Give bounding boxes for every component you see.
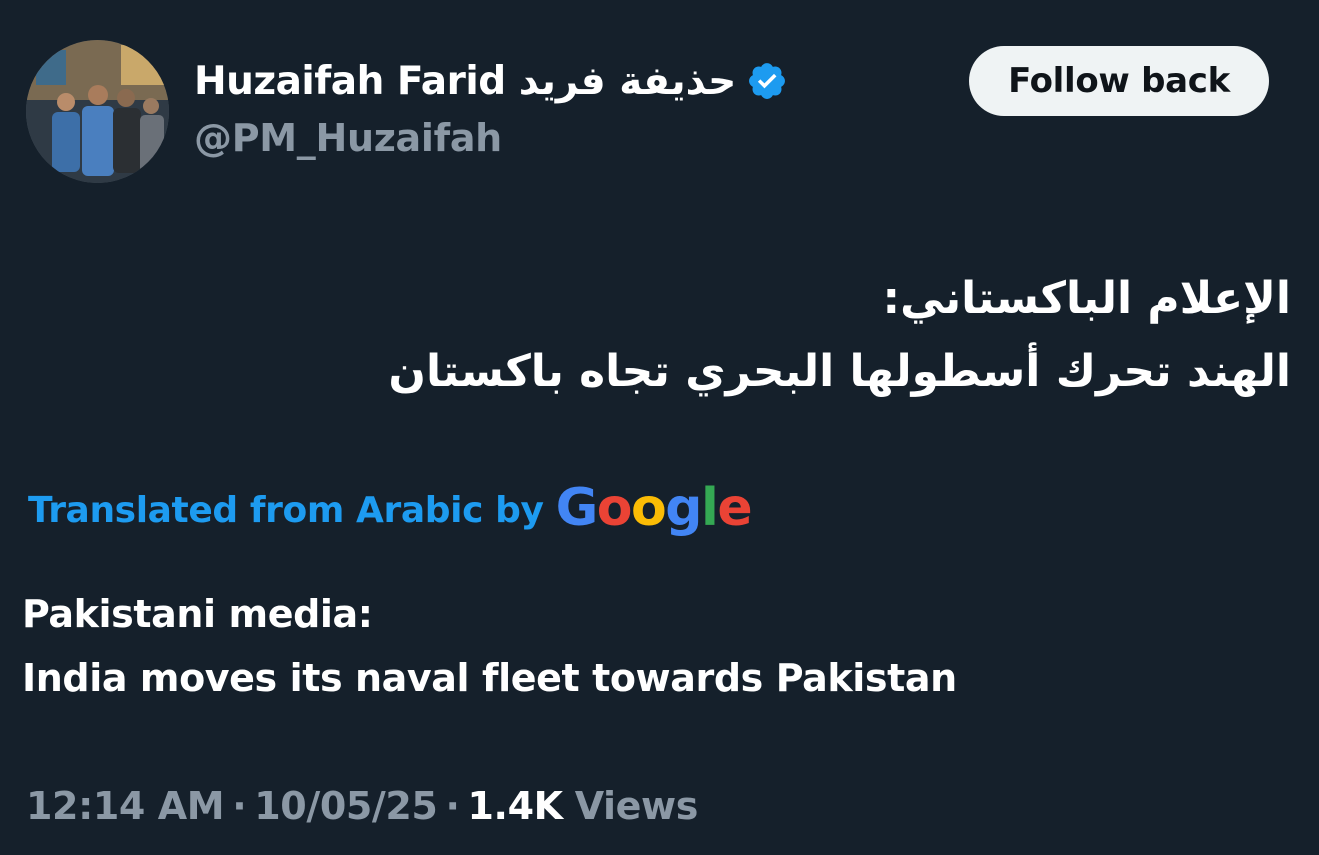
verified-badge-icon (749, 63, 786, 99)
meta-separator: · (445, 784, 460, 828)
tweet-meta: 12:14 AM · 10/05/25 · 1.4K Views (26, 778, 698, 834)
tweet-original-text: الإعلام الباكستاني: الهند تحرك أسطولها ا… (91, 262, 1291, 408)
views-label[interactable]: Views (575, 784, 699, 828)
tweet-date[interactable]: 10/05/25 (254, 784, 438, 828)
tweet-translated-line: India moves its naval fleet towards Paki… (22, 656, 957, 700)
google-logo: Google (555, 478, 753, 538)
tweet-original-line: الهند تحرك أسطولها البحري تجاه باكستان (388, 346, 1291, 397)
avatar[interactable] (26, 40, 169, 183)
views-count[interactable]: 1.4K (468, 784, 564, 828)
tweet-translated-text: Pakistani media: India moves its naval f… (22, 582, 1282, 710)
meta-separator: · (232, 784, 247, 828)
tweet-time[interactable]: 12:14 AM (26, 784, 225, 828)
translation-attribution[interactable]: Translated from Arabic by Google (28, 478, 753, 540)
display-name[interactable]: Huzaifah Farid حذيفة فريد (194, 59, 737, 104)
author-name-row[interactable]: Huzaifah Farid حذيفة فريد (194, 55, 788, 107)
translation-label[interactable]: Translated from Arabic by (28, 490, 544, 531)
follow-back-button[interactable]: Follow back (969, 46, 1269, 116)
avatar-photo (26, 40, 169, 183)
tweet-original-line: الإعلام الباكستاني: (882, 273, 1291, 324)
author-handle[interactable]: @PM_Huzaifah (194, 116, 502, 160)
tweet-translated-line: Pakistani media: (22, 592, 373, 636)
